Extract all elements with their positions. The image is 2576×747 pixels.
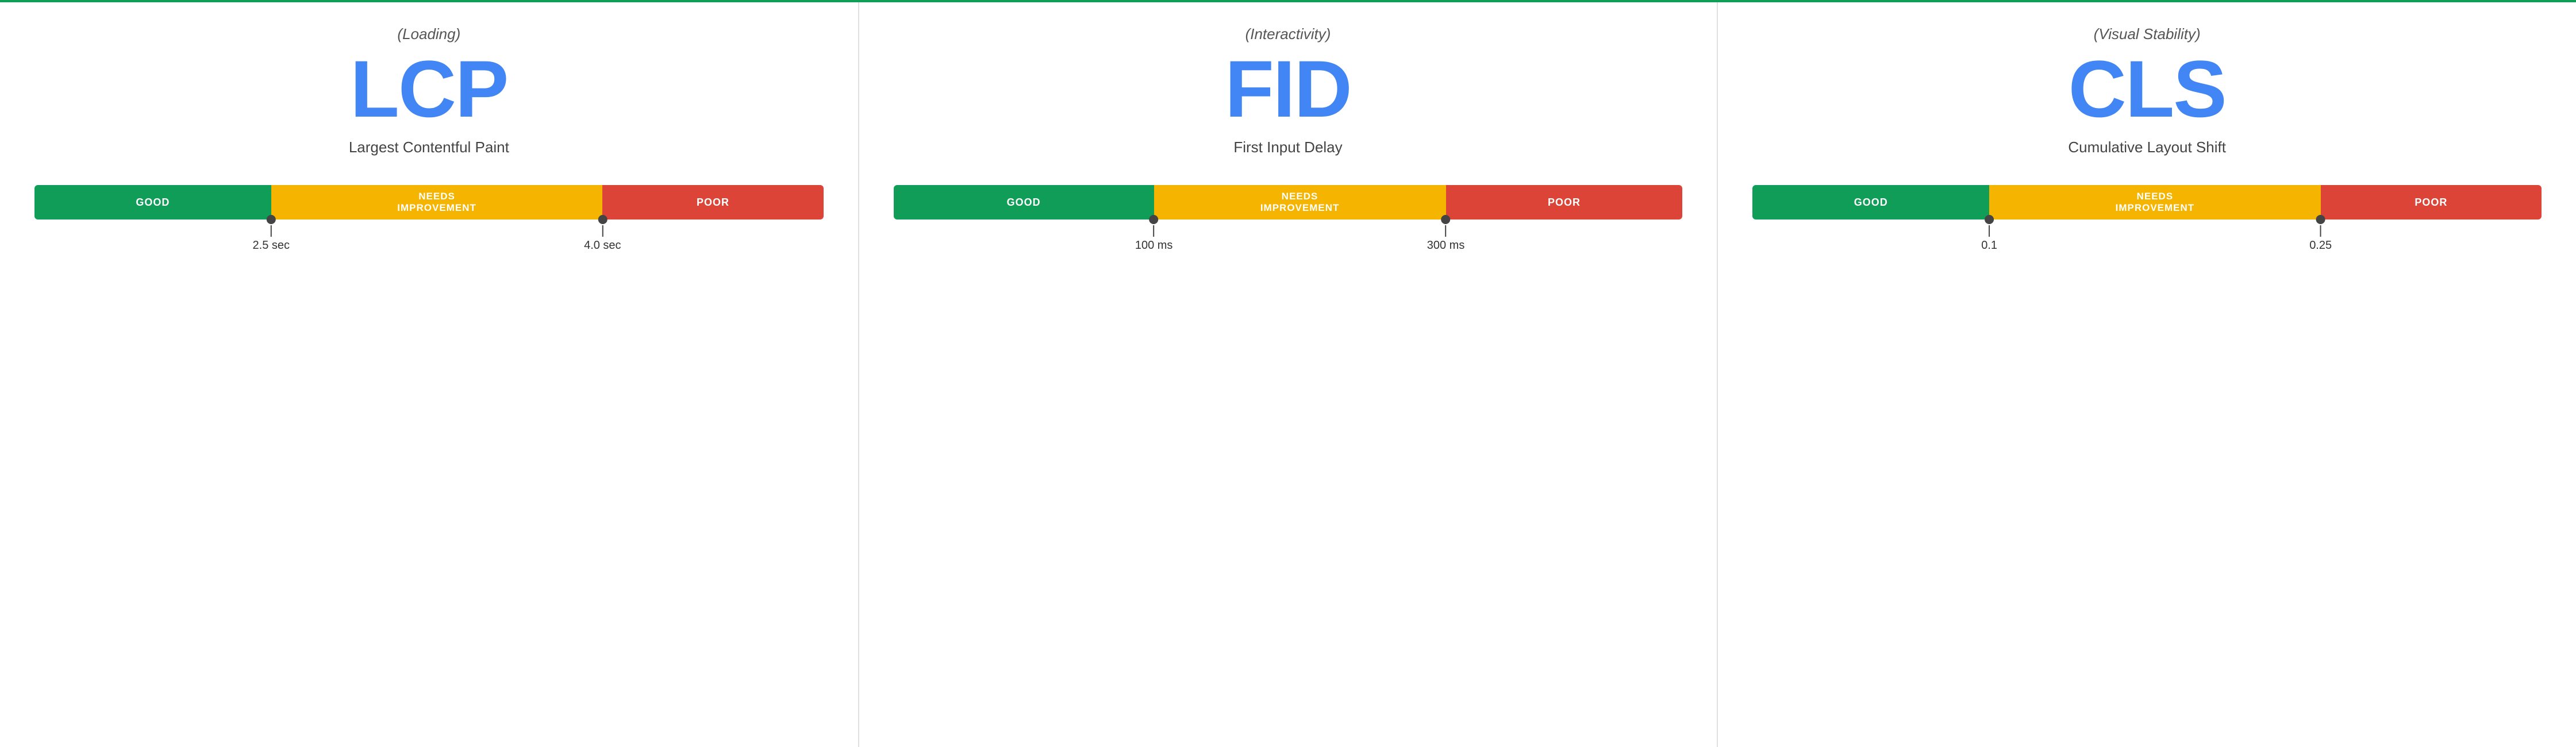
markers-fid: 100 ms 300 ms	[894, 220, 1683, 254]
marker-line	[2320, 225, 2321, 237]
marker: 0.25	[2309, 220, 2332, 252]
marker: 2.5 sec	[253, 220, 290, 252]
markers-lcp: 2.5 sec 4.0 sec	[34, 220, 824, 254]
metric-title-cls: CLS	[2069, 49, 2226, 129]
marker-label: 2.5 sec	[253, 239, 290, 252]
marker: 100 ms	[1135, 220, 1173, 252]
bar-needs-fid: NEEDSIMPROVEMENT	[1154, 185, 1446, 220]
marker-label: 300 ms	[1427, 239, 1465, 252]
marker-dot	[1985, 215, 1994, 224]
subtitle-cls: (Visual Stability)	[2094, 25, 2201, 43]
bar-poor-fid: POOR	[1446, 185, 1683, 220]
marker-line	[602, 225, 603, 237]
marker: 0.1	[1981, 220, 1997, 252]
metric-name-fid: First Input Delay	[1233, 138, 1342, 156]
bar-wrapper-fid: GOOD NEEDSIMPROVEMENT POOR 100 ms	[894, 185, 1683, 254]
panel-lcp: (Loading) LCP Largest Contentful Paint G…	[0, 2, 859, 747]
marker-line	[1154, 225, 1155, 237]
bar-poor-cls: POOR	[2321, 185, 2542, 220]
marker-line	[1445, 225, 1447, 237]
bar-needs-cls: NEEDSIMPROVEMENT	[1989, 185, 2321, 220]
bar-good-lcp: GOOD	[34, 185, 271, 220]
marker-dot	[1149, 215, 1159, 224]
subtitle-lcp: (Loading)	[397, 25, 460, 43]
bar-cls: GOOD NEEDSIMPROVEMENT POOR	[1752, 185, 2542, 220]
marker-label: 4.0 sec	[584, 239, 621, 252]
bar-fid: GOOD NEEDSIMPROVEMENT POOR	[894, 185, 1683, 220]
marker: 4.0 sec	[584, 220, 621, 252]
marker-line	[271, 225, 272, 237]
metric-title-lcp: LCP	[350, 49, 507, 129]
bar-wrapper-lcp: GOOD NEEDSIMPROVEMENT POOR 2.5 sec	[34, 185, 824, 254]
panel-cls: (Visual Stability) CLS Cumulative Layout…	[1718, 2, 2576, 747]
bar-good-fid: GOOD	[894, 185, 1154, 220]
bar-lcp: GOOD NEEDSIMPROVEMENT POOR	[34, 185, 824, 220]
panel-fid: (Interactivity) FID First Input Delay GO…	[859, 2, 1718, 747]
metric-title-fid: FID	[1225, 49, 1351, 129]
subtitle-fid: (Interactivity)	[1245, 25, 1331, 43]
marker-label: 0.1	[1981, 239, 1997, 252]
marker-dot	[267, 215, 276, 224]
marker-dot	[1441, 215, 1451, 224]
main-container: (Loading) LCP Largest Contentful Paint G…	[0, 0, 2576, 747]
marker-dot	[598, 215, 607, 224]
metric-name-lcp: Largest Contentful Paint	[349, 138, 509, 156]
marker-label: 100 ms	[1135, 239, 1173, 252]
marker-label: 0.25	[2309, 239, 2332, 252]
marker-line	[1989, 225, 1990, 237]
marker: 300 ms	[1427, 220, 1465, 252]
marker-dot	[2316, 215, 2325, 224]
bar-needs-lcp: NEEDSIMPROVEMENT	[271, 185, 603, 220]
bar-poor-lcp: POOR	[602, 185, 823, 220]
bar-wrapper-cls: GOOD NEEDSIMPROVEMENT POOR 0.1	[1752, 185, 2542, 254]
metric-name-cls: Cumulative Layout Shift	[2068, 138, 2226, 156]
bar-good-cls: GOOD	[1752, 185, 1989, 220]
markers-cls: 0.1 0.25	[1752, 220, 2542, 254]
